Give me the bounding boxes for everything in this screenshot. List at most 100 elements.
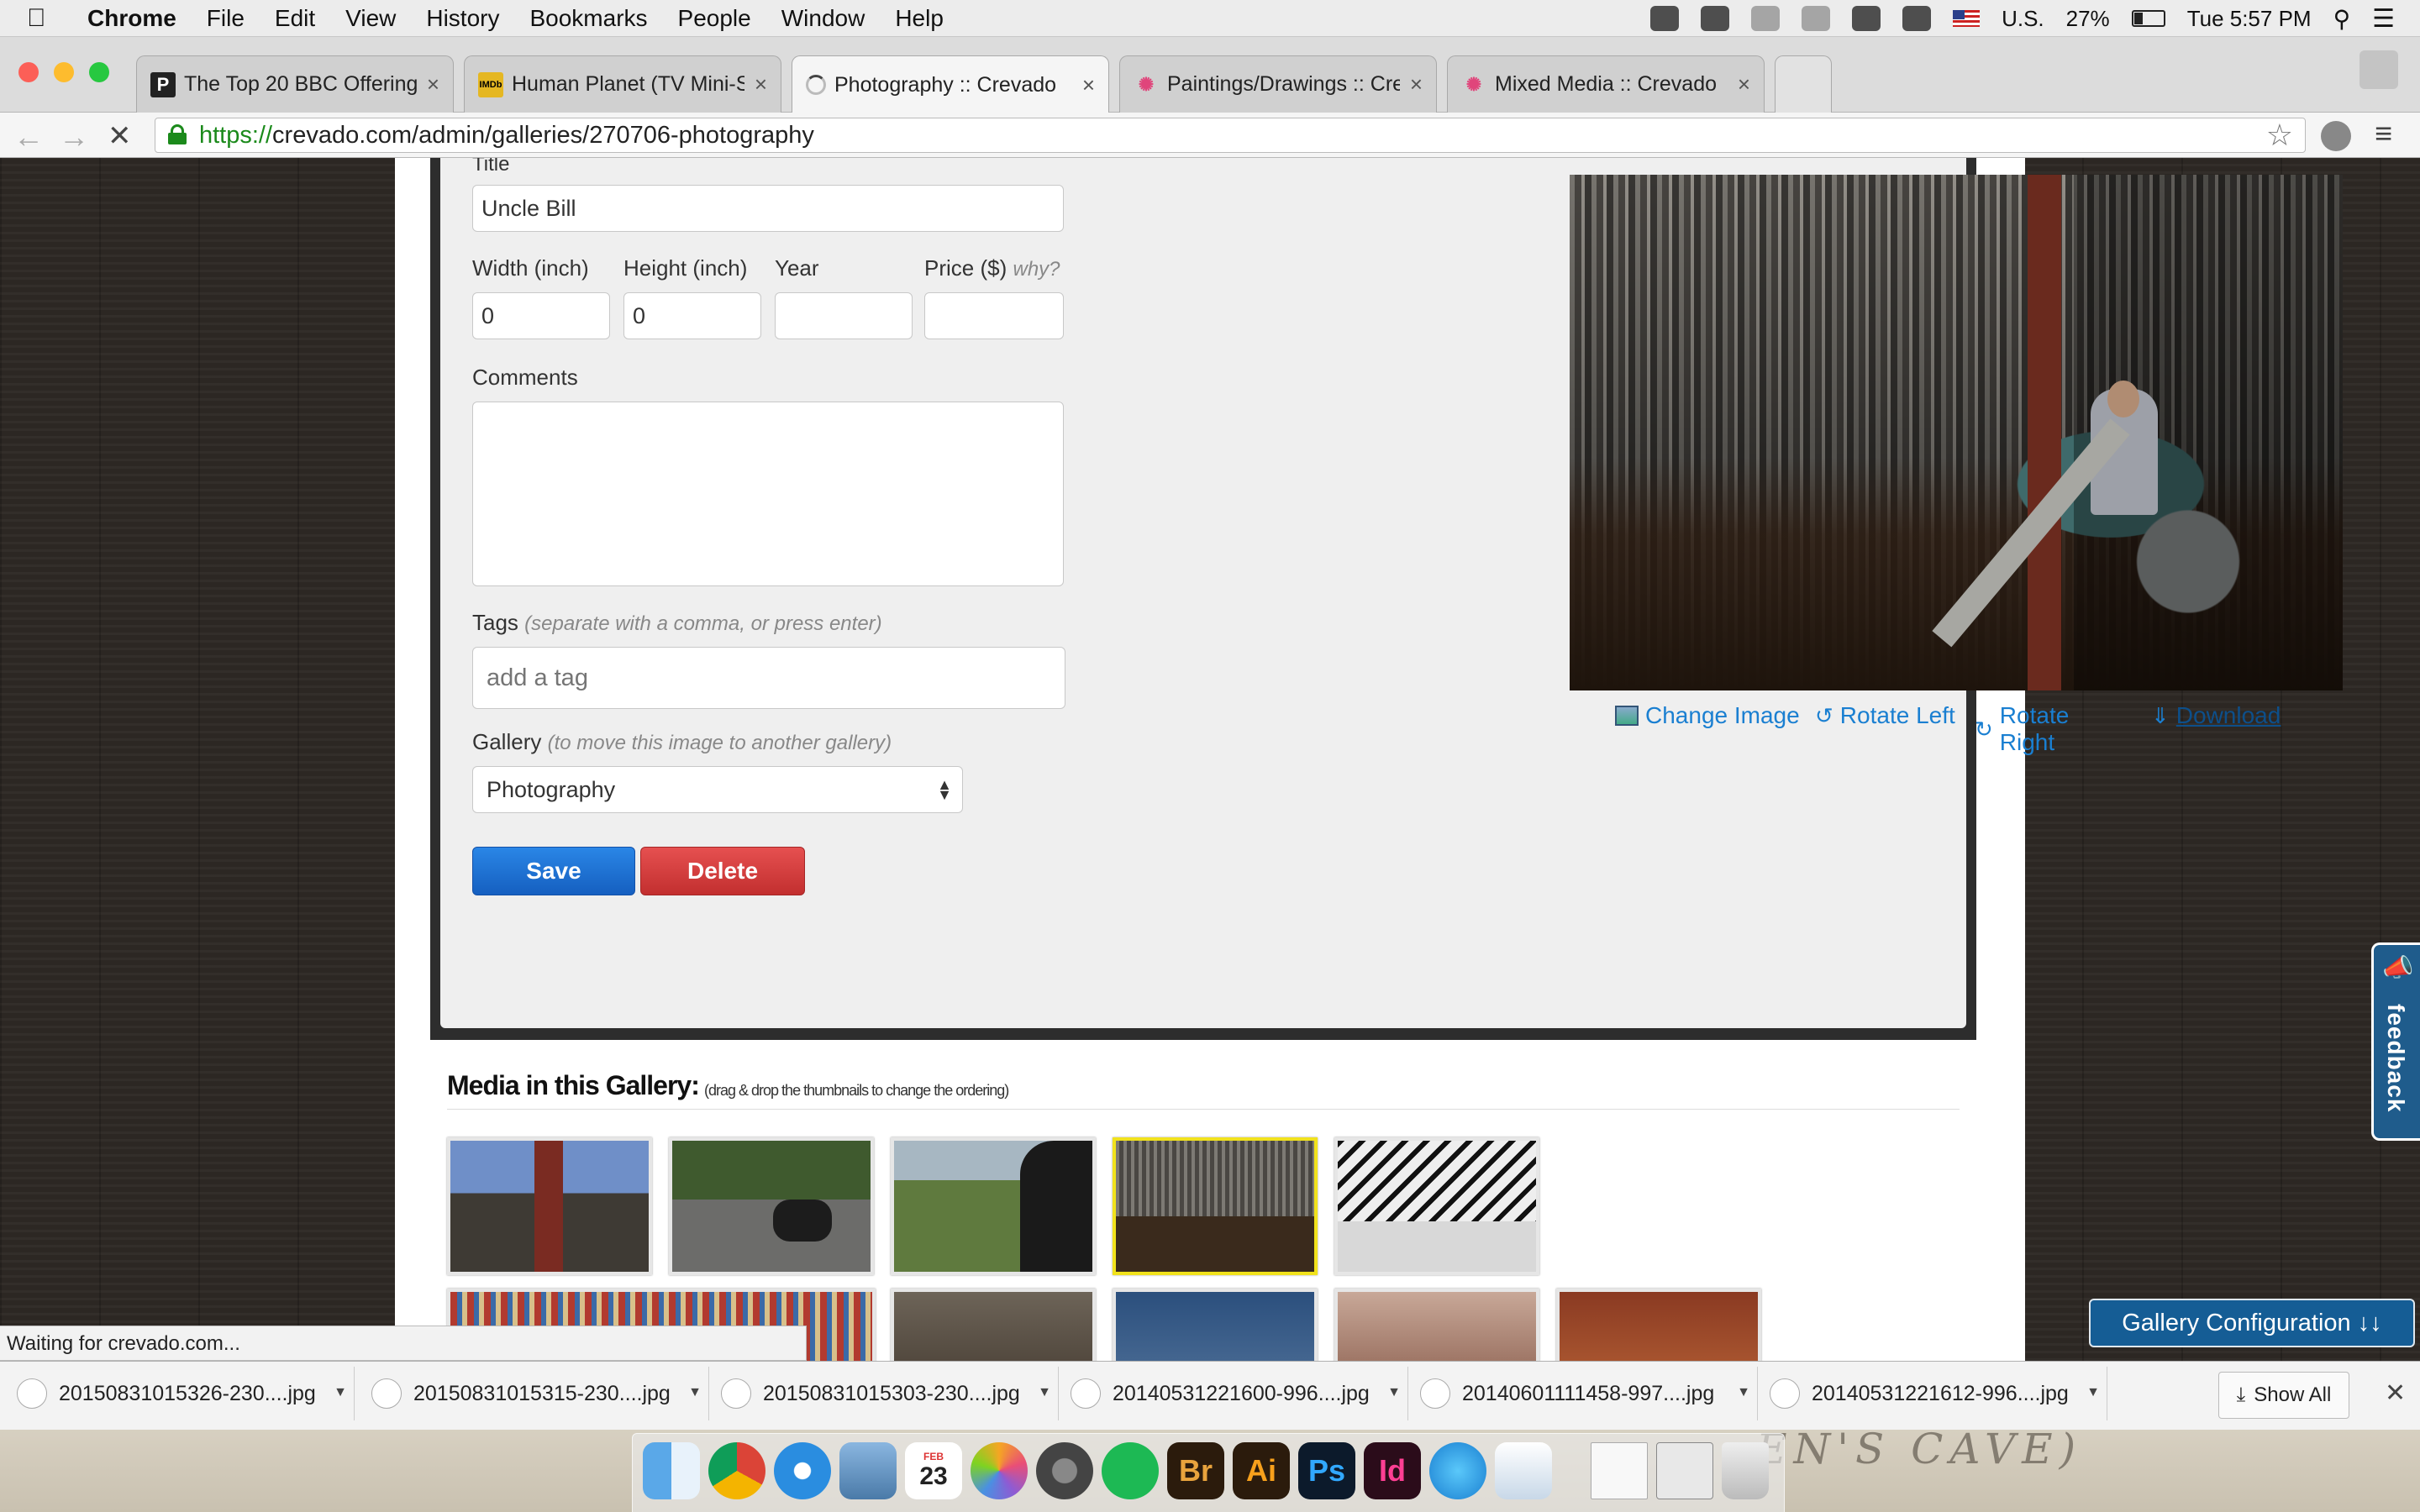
- tab-bbc-offerings[interactable]: P The Top 20 BBC Offerings ×: [136, 55, 454, 113]
- profile-avatar-icon[interactable]: [2360, 50, 2398, 89]
- wifi-icon[interactable]: [1852, 6, 1881, 31]
- input-source-label[interactable]: U.S.: [2002, 6, 2044, 32]
- download-item[interactable]: 20150831015303-230....jpg ▼: [709, 1367, 1059, 1420]
- creative-cloud-icon[interactable]: [1650, 6, 1680, 31]
- back-arrow-icon[interactable]: ←: [13, 119, 44, 155]
- menu-people[interactable]: People: [678, 5, 751, 32]
- spotify-icon[interactable]: [1102, 1442, 1159, 1499]
- gallery-thumbnail-selected[interactable]: [1113, 1137, 1318, 1275]
- forward-arrow-icon[interactable]: →: [59, 119, 89, 155]
- tab-human-planet[interactable]: IMDb Human Planet (TV Mini-Ser ×: [464, 55, 781, 113]
- window-close-button[interactable]: [18, 62, 39, 82]
- close-shelf-icon[interactable]: ✕: [2385, 1378, 2406, 1408]
- year-input[interactable]: [775, 292, 913, 339]
- tab-mixed-media-crevado[interactable]: ✺ Mixed Media :: Crevado ×: [1447, 55, 1765, 113]
- chrome-icon[interactable]: [708, 1442, 765, 1499]
- download-item[interactable]: 20140601111458-997....jpg ▼: [1408, 1367, 1758, 1420]
- menu-window[interactable]: Window: [781, 5, 865, 32]
- download-item[interactable]: 20150831015326-230....jpg ▼: [5, 1367, 355, 1420]
- download-item[interactable]: 20150831015315-230....jpg ▼: [360, 1367, 709, 1420]
- indesign-icon[interactable]: Id: [1364, 1442, 1421, 1499]
- messages-icon[interactable]: [1429, 1442, 1486, 1499]
- trash-icon[interactable]: [1722, 1442, 1769, 1499]
- apple-menu-icon[interactable]: : [27, 4, 71, 33]
- chevron-down-icon[interactable]: ▼: [334, 1385, 347, 1400]
- rotate-right-link[interactable]: ↻ Rotate Right: [1975, 702, 2069, 756]
- photoshop-icon[interactable]: Ps: [1298, 1442, 1355, 1499]
- photos-icon[interactable]: [971, 1442, 1028, 1499]
- gallery-thumbnail[interactable]: [447, 1137, 652, 1275]
- gallery-thumbnail[interactable]: [1334, 1289, 1539, 1361]
- bookmark-star-icon[interactable]: ☆: [2266, 118, 2293, 153]
- system-preferences-icon[interactable]: [1036, 1442, 1093, 1499]
- download-item[interactable]: 20140531221600-996....jpg ▼: [1059, 1367, 1408, 1420]
- battery-percent[interactable]: 27%: [2066, 6, 2110, 32]
- illustrator-icon[interactable]: Ai: [1233, 1442, 1290, 1499]
- gallery-thumbnail[interactable]: [669, 1137, 874, 1275]
- gallery-thumbnail[interactable]: [1113, 1289, 1318, 1361]
- tags-input[interactable]: [472, 647, 1065, 709]
- menu-view[interactable]: View: [345, 5, 396, 32]
- bridge-icon[interactable]: Br: [1167, 1442, 1224, 1499]
- extension-icon[interactable]: [2321, 121, 2351, 151]
- chrome-menu-icon[interactable]: ≡: [2375, 116, 2392, 151]
- chevron-down-icon[interactable]: ▼: [1737, 1385, 1750, 1400]
- finder-icon[interactable]: [643, 1442, 700, 1499]
- save-button[interactable]: Save: [472, 847, 635, 895]
- window-zoom-button[interactable]: [89, 62, 109, 82]
- menu-bookmarks[interactable]: Bookmarks: [529, 5, 647, 32]
- chevron-down-icon[interactable]: ▼: [1387, 1385, 1401, 1400]
- new-tab-button[interactable]: [1775, 55, 1832, 113]
- tab-close-icon[interactable]: ×: [427, 71, 439, 97]
- tab-paintings-crevado[interactable]: ✺ Paintings/Drawings :: Crev ×: [1119, 55, 1437, 113]
- bluetooth-icon[interactable]: [1802, 6, 1831, 31]
- spotlight-search-icon[interactable]: ⚲: [2333, 5, 2351, 33]
- gallery-select[interactable]: Photography ▲ ▼: [472, 766, 963, 813]
- download-item[interactable]: 20140531221612-996....jpg ▼: [1758, 1367, 2107, 1420]
- safari-icon[interactable]: [774, 1442, 831, 1499]
- delete-button[interactable]: Delete: [640, 847, 805, 895]
- chevron-down-icon[interactable]: ▼: [1038, 1385, 1051, 1400]
- preview-icon[interactable]: [1495, 1442, 1552, 1499]
- price-input[interactable]: [924, 292, 1064, 339]
- volume-icon[interactable]: [1902, 6, 1932, 31]
- menu-file[interactable]: File: [207, 5, 245, 32]
- download-link[interactable]: ⇓ Download: [2151, 702, 2281, 729]
- menu-edit[interactable]: Edit: [275, 5, 315, 32]
- menu-app-chrome[interactable]: Chrome: [87, 5, 176, 32]
- feedback-tab[interactable]: 📣 feedback: [2371, 942, 2420, 1141]
- mail-icon[interactable]: [839, 1442, 897, 1499]
- chevron-down-icon[interactable]: ▼: [688, 1385, 702, 1400]
- screens-icon[interactable]: [1656, 1442, 1713, 1499]
- notification-center-icon[interactable]: ☰: [2372, 4, 2395, 34]
- rotate-left-link[interactable]: ↺ Rotate Left: [1815, 702, 1955, 729]
- height-input[interactable]: [623, 292, 761, 339]
- tab-close-icon[interactable]: ×: [1082, 72, 1095, 98]
- gallery-thumbnail[interactable]: [1334, 1137, 1539, 1275]
- title-input[interactable]: [472, 185, 1064, 232]
- stop-loading-icon[interactable]: ✕: [108, 119, 132, 153]
- clock[interactable]: Tue 5:57 PM: [2187, 6, 2312, 32]
- tab-photography-crevado[interactable]: Photography :: Crevado ×: [792, 55, 1109, 113]
- width-input[interactable]: [472, 292, 610, 339]
- document-icon[interactable]: [1591, 1442, 1648, 1499]
- menu-history[interactable]: History: [426, 5, 499, 32]
- tab-close-icon[interactable]: ×: [755, 71, 767, 97]
- show-all-downloads-button[interactable]: ⤓ Show All: [2218, 1372, 2349, 1419]
- change-image-link[interactable]: Change Image: [1615, 702, 1800, 729]
- tab-close-icon[interactable]: ×: [1738, 71, 1750, 97]
- address-bar[interactable]: https://crevado.com/admin/galleries/2707…: [155, 118, 2306, 153]
- chevron-down-icon[interactable]: ▼: [2086, 1385, 2100, 1400]
- us-flag-icon[interactable]: [1953, 10, 1981, 27]
- battery-icon[interactable]: [2131, 10, 2165, 27]
- menu-help[interactable]: Help: [895, 5, 944, 32]
- comments-textarea[interactable]: [472, 402, 1064, 586]
- gallery-thumbnail[interactable]: [891, 1289, 1096, 1361]
- tab-close-icon[interactable]: ×: [1410, 71, 1423, 97]
- gallery-thumbnail[interactable]: [1556, 1289, 1761, 1361]
- window-minimize-button[interactable]: [54, 62, 74, 82]
- price-why-link[interactable]: why?: [1013, 258, 1060, 281]
- gallery-configuration-button[interactable]: Gallery Configuration ↓↓: [2089, 1299, 2415, 1347]
- gallery-thumbnail[interactable]: [891, 1137, 1096, 1275]
- time-machine-icon[interactable]: [1751, 6, 1781, 31]
